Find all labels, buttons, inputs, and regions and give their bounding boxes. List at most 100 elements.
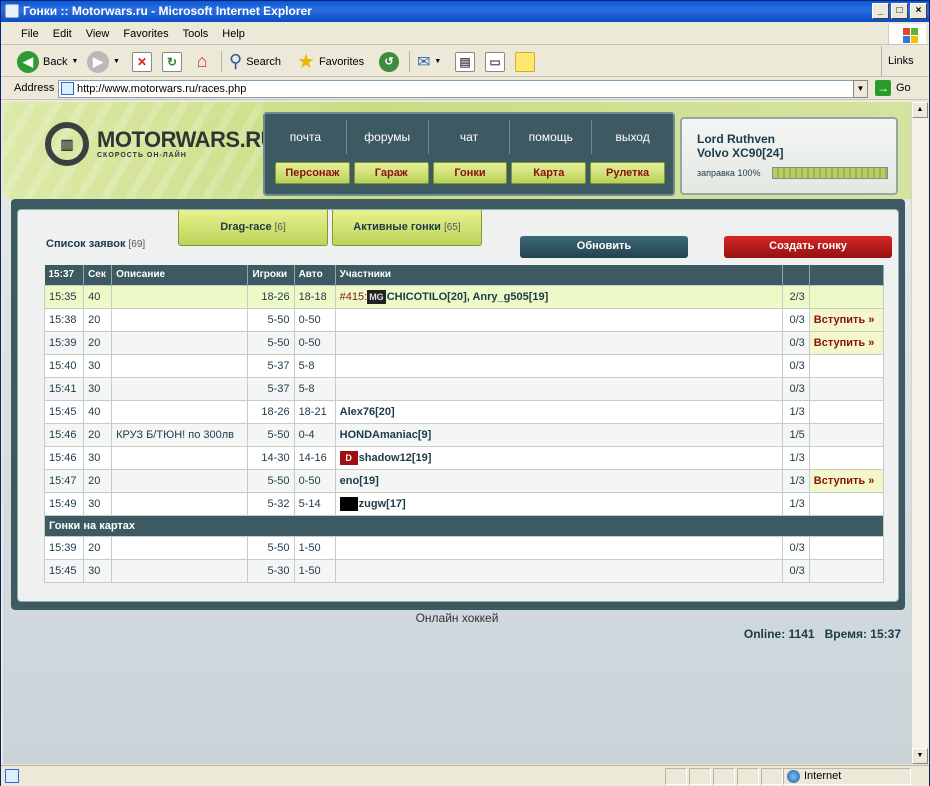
- favorites-button[interactable]: ★ Favorites: [297, 49, 364, 74]
- go-arrow-icon: →: [875, 80, 891, 96]
- address-dropdown[interactable]: ▼: [853, 80, 868, 98]
- col-auto: Авто: [294, 265, 336, 285]
- fuel-label: заправка 100%: [697, 168, 761, 178]
- join-race-button[interactable]: Вступить »: [808, 330, 885, 355]
- menu-tools[interactable]: Tools: [176, 23, 216, 45]
- edit-button[interactable]: ▭: [485, 49, 505, 74]
- table-row: 15:49 30 5-32 5-14 ■ zugw[17] 1/3: [43, 491, 885, 516]
- nav-logout[interactable]: выход: [592, 120, 673, 154]
- close-button[interactable]: ×: [910, 3, 927, 19]
- stop-icon: ✕: [132, 51, 152, 72]
- table-row: 15:40 30 5-37 5-8 0/3: [43, 353, 885, 378]
- user-name[interactable]: Lord Ruthven: [697, 132, 783, 146]
- col-time: 15:37: [44, 265, 85, 285]
- logo-wheel-icon: ▥: [45, 122, 89, 166]
- mail-icon: ✉: [417, 53, 431, 71]
- request-list-label[interactable]: Список заявок [69]: [46, 238, 145, 250]
- nav-roulette[interactable]: Рулетка: [590, 162, 665, 184]
- create-race-button[interactable]: Создать гонку: [724, 236, 892, 258]
- table-row: 15:46 30 14-30 14-16 Dshadow12[19] 1/3: [43, 445, 885, 470]
- scroll-up-arrow-icon[interactable]: ▲: [912, 102, 928, 118]
- ie-page-icon: [5, 4, 19, 18]
- join-race-button[interactable]: Вступить »: [808, 307, 885, 332]
- history-button[interactable]: ↺: [379, 49, 399, 74]
- table-row: 15:38 20 5-50 0-50 0/3 Вступить »: [43, 307, 885, 332]
- hockey-link[interactable]: Онлайн хоккей: [3, 611, 911, 625]
- nav-garage[interactable]: Гараж: [353, 162, 429, 184]
- table-row: 15:39 20 5-50 0-50 0/3 Вступить »: [43, 330, 885, 355]
- refresh-icon: ↻: [162, 51, 182, 72]
- menu-favorites[interactable]: Favorites: [116, 23, 175, 45]
- participant-link[interactable]: Alex76[20]: [334, 399, 783, 424]
- table-row: 15:41 30 5-37 5-8 0/3: [43, 376, 885, 401]
- globe-icon: [787, 770, 800, 783]
- user-car[interactable]: Volvo XC90[24]: [697, 146, 783, 160]
- address-label: Address: [14, 82, 55, 94]
- refresh-races-button[interactable]: Обновить: [520, 236, 688, 258]
- back-button[interactable]: ◀ Back ▼: [17, 49, 78, 74]
- nav-races[interactable]: Гонки: [432, 162, 508, 184]
- print-button[interactable]: ▤: [455, 49, 475, 74]
- minimize-button[interactable]: _: [872, 3, 889, 19]
- go-button[interactable]: → Go: [875, 80, 911, 96]
- menu-file[interactable]: File: [14, 23, 46, 45]
- star-icon: ★: [297, 51, 315, 73]
- col-action: [809, 265, 885, 285]
- participant-link[interactable]: CHICOTILO[20], Anry_g505[19]: [387, 290, 549, 302]
- mail-button[interactable]: ✉ ▼: [417, 49, 441, 74]
- logo-tagline: СКОРОСТЬ ОН-ЛАЙН: [97, 152, 187, 159]
- participant-link[interactable]: HONDAmaniac[9]: [334, 422, 783, 447]
- menu-view[interactable]: View: [79, 23, 117, 45]
- join-race-button[interactable]: Вступить »: [808, 468, 885, 493]
- map-races-section-header: Гонки на картах: [44, 514, 884, 537]
- forward-arrow-icon: ▶: [87, 50, 109, 73]
- clan-badge-icon: D: [339, 450, 358, 465]
- messenger-button[interactable]: [515, 49, 535, 74]
- windows-logo-icon: [888, 24, 926, 44]
- search-button[interactable]: ⚲ Search: [229, 49, 281, 74]
- title-bar: Гонки :: Motorwars.ru - Microsoft Intern…: [1, 1, 929, 22]
- maximize-button[interactable]: □: [891, 3, 908, 19]
- nav-map[interactable]: Карта: [511, 162, 587, 184]
- logo-text: MOTORWARS.RU: [97, 127, 276, 152]
- home-icon: ⌂: [196, 51, 208, 71]
- address-bar: Address http://www.motorwars.ru/races.ph…: [1, 78, 929, 100]
- status-page-icon: [5, 769, 19, 783]
- browser-window: Гонки :: Motorwars.ru - Microsoft Intern…: [0, 0, 930, 786]
- site-header: ▥ MOTORWARS.RU СКОРОСТЬ ОН-ЛАЙН почта фо…: [3, 102, 911, 199]
- history-icon: ↺: [379, 51, 399, 72]
- online-status: Online: 1141 Время: 15:37: [743, 627, 901, 641]
- nav-mail[interactable]: почта: [265, 120, 347, 154]
- team-badge-icon: MG: [367, 289, 386, 304]
- col-desc: Описание: [111, 265, 249, 285]
- tab-drag-race[interactable]: Drag-race [6]: [178, 210, 328, 246]
- print-icon: ▤: [455, 51, 475, 72]
- tab-active-races[interactable]: Активные гонки [65]: [332, 210, 482, 246]
- refresh-button[interactable]: ↻: [162, 49, 182, 74]
- vertical-scrollbar[interactable]: ▲ ▼: [911, 102, 928, 764]
- address-input[interactable]: http://www.motorwars.ru/races.php ▼: [58, 80, 868, 98]
- back-arrow-icon: ◀: [17, 50, 39, 73]
- stop-button[interactable]: ✕: [132, 49, 152, 74]
- col-players: Игроки: [247, 265, 295, 285]
- menu-help[interactable]: Help: [215, 23, 252, 45]
- participant-link[interactable]: shadow12[19]: [359, 451, 432, 463]
- home-button[interactable]: ⌂: [192, 49, 212, 74]
- site-logo[interactable]: ▥ MOTORWARS.RU СКОРОСТЬ ОН-ЛАЙН: [45, 122, 276, 166]
- links-toolbar[interactable]: Links: [881, 46, 929, 77]
- nav-forums[interactable]: форумы: [347, 120, 429, 154]
- nav-help[interactable]: помощь: [510, 120, 593, 154]
- nav-chat[interactable]: чат: [429, 120, 511, 154]
- participant-link[interactable]: eno[19]: [334, 468, 783, 493]
- note-icon: [515, 51, 535, 72]
- races-table: 15:37 Сек Описание Игроки Авто Участники: [43, 265, 885, 583]
- page-viewport: ▥ MOTORWARS.RU СКОРОСТЬ ОН-ЛАЙН почта фо…: [3, 102, 911, 764]
- nav-character[interactable]: Персонаж: [275, 162, 350, 184]
- scroll-down-arrow-icon[interactable]: ▼: [912, 748, 928, 764]
- clan-badge-icon: ■: [339, 496, 358, 511]
- forward-button[interactable]: ▶ ▼: [87, 49, 120, 74]
- races-panel: Список заявок [69] Drag-race [6] Активны…: [11, 199, 905, 610]
- menu-edit[interactable]: Edit: [46, 23, 79, 45]
- table-row: 15:47 20 5-50 0-50 eno[19] 1/3 Вступить »: [43, 468, 885, 493]
- participant-link[interactable]: zugw[17]: [359, 497, 406, 509]
